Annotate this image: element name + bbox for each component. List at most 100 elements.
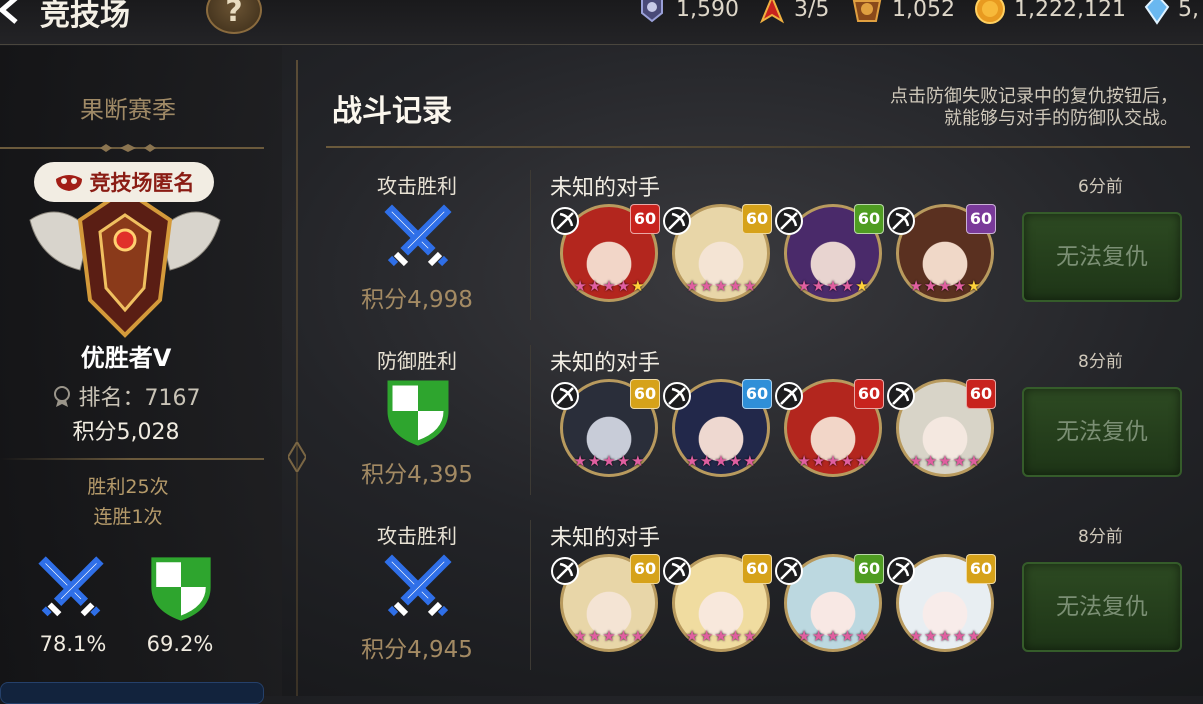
arena-flag-icon [641,0,663,23]
resource-arena-points[interactable]: 1,590 [636,0,739,26]
resource-tickets[interactable]: 3/5 [758,0,829,26]
hero-portrait[interactable]: 60 ★ ★ ★ ★ ★ [663,375,772,477]
row-separator [530,345,531,495]
resource-value: 1,222,121 [1014,0,1126,22]
hero-stars: ★ ★ ★ ★ ★ [568,278,650,294]
hero-portrait[interactable]: 60 ★ ★ ★ ★ ★ [775,200,884,302]
star-icon: ★ [840,452,855,470]
star-icon: ★ [616,627,631,645]
star-icon: ★ [587,277,602,295]
defense-win-rate: 69.2% [146,632,214,656]
ranking-label: 排名：7167 [78,386,201,411]
hero-stars: ★ ★ ★ ★ ★ [568,453,650,469]
star-icon: ★ [699,452,714,470]
star-icon: ★ [728,627,743,645]
hero-portrait[interactable]: 60 ★ ★ ★ ★ ★ [551,550,660,652]
hero-level: 60 [854,554,884,584]
page-title: 竞技场 [40,0,130,33]
hero-portrait[interactable]: 60 ★ ★ ★ ★ ★ [775,550,884,652]
star-icon: ★ [855,627,869,645]
hero-portrait[interactable]: 60 ★ ★ ★ ★ ★ [551,200,660,302]
star-icon: ★ [811,277,826,295]
knight-icon [887,557,915,585]
star-icon: ★ [938,627,952,645]
battle-score: 积分4,945 [361,637,473,663]
sidebar-divider [0,458,264,460]
ranger-icon [775,382,803,410]
hero-portrait[interactable]: 60 ★ ★ ★ ★ ★ [887,550,996,652]
battle-score: 积分4,395 [361,462,473,488]
star-icon: ★ [728,452,743,470]
hero-portrait[interactable]: 60 ★ ★ ★ ★ ★ [551,375,660,477]
ranger-icon [887,207,915,235]
rank-name: 优胜者V [80,344,172,372]
row-separator [530,520,531,670]
revenge-button[interactable]: 无法复仇 [1022,212,1182,302]
hero-level: 60 [742,204,772,234]
opponent-name: 未知的对手 [550,176,661,201]
rank-score: 积分5,028 [72,420,180,445]
star-icon: ★ [840,627,855,645]
resource-trophy-coins[interactable]: 1,052 [850,0,955,26]
ornament-divider [0,144,264,152]
star-icon: ★ [923,627,938,645]
help-button[interactable]: ? [206,0,262,34]
hero-portrait[interactable]: 60 ★ ★ ★ ★ ★ [663,200,772,302]
revenge-button[interactable]: 无法复仇 [1022,562,1182,652]
star-icon: ★ [909,277,923,295]
hero-portrait[interactable]: 60 ★ ★ ★ ★ ★ [775,375,884,477]
defense-shield-icon [387,380,449,446]
back-arrow-icon[interactable] [0,0,24,24]
star-icon: ★ [699,627,714,645]
hero-portrait[interactable]: 60 ★ ★ ★ ★ ★ [663,550,772,652]
resource-crystal[interactable]: 5, [1144,0,1199,26]
battle-time: 8分前 [1078,527,1123,547]
star-icon: ★ [685,452,699,470]
star-icon: ★ [923,277,938,295]
star-icon: ★ [952,277,967,295]
hero-stars: ★ ★ ★ ★ ★ [680,453,762,469]
opponent-name: 未知的对手 [550,526,661,551]
star-icon: ★ [602,277,616,295]
top-bar: 竞技场 ? 1,590 3/5 1,052 1,222,121 5, [0,0,1203,45]
hero-level: 60 [742,554,772,584]
gold-coin-icon [975,0,1005,24]
crystal-icon [1144,0,1170,25]
star-icon: ★ [952,452,967,470]
assassin-icon [775,207,803,235]
attack-swords-icon [38,556,104,617]
hero-stars: ★ ★ ★ ★ ★ [792,453,874,469]
star-icon: ★ [743,452,757,470]
star-icon: ★ [840,277,855,295]
star-icon: ★ [938,277,952,295]
star-icon: ★ [685,627,699,645]
mask-icon [55,175,82,191]
sidebar-bottom-button[interactable] [0,682,264,704]
star-icon: ★ [938,452,952,470]
battle-score: 积分4,998 [361,287,473,313]
star-icon: ★ [826,452,840,470]
star-icon: ★ [855,452,869,470]
star-icon: ★ [714,627,728,645]
star-icon: ★ [573,627,587,645]
row-separator [530,170,531,320]
hero-stars: ★ ★ ★ ★ ★ [792,628,874,644]
hero-portrait[interactable]: 60 ★ ★ ★ ★ ★ [887,200,996,302]
resource-gold[interactable]: 1,222,121 [974,0,1126,26]
hero-stars: ★ ★ ★ ★ ★ [904,628,986,644]
star-icon: ★ [826,627,840,645]
hero-level: 60 [966,379,996,409]
star-icon: ★ [811,627,826,645]
attack-win-rate: 78.1% [39,632,107,656]
star-icon: ★ [909,627,923,645]
battle-record-row: 攻击胜利 积分4,945 未知的对手 8分前 无法复仇 60 ★★★★★ [320,520,1203,695]
battle-record-row: 攻击胜利 积分4,998 未知的对手 6分前 无法复仇 60 ★★★★★ [320,170,1203,345]
revenge-button[interactable]: 无法复仇 [1022,387,1182,477]
star-icon: ★ [855,277,869,295]
hint-line: 点击防御失败记录中的复仇按钮后， [890,86,1178,107]
star-icon: ★ [685,277,699,295]
hero-portrait[interactable]: 60 ★ ★ ★ ★ ★ [887,375,996,477]
star-icon: ★ [602,452,616,470]
star-icon: ★ [728,277,743,295]
ranger-icon [663,207,691,235]
